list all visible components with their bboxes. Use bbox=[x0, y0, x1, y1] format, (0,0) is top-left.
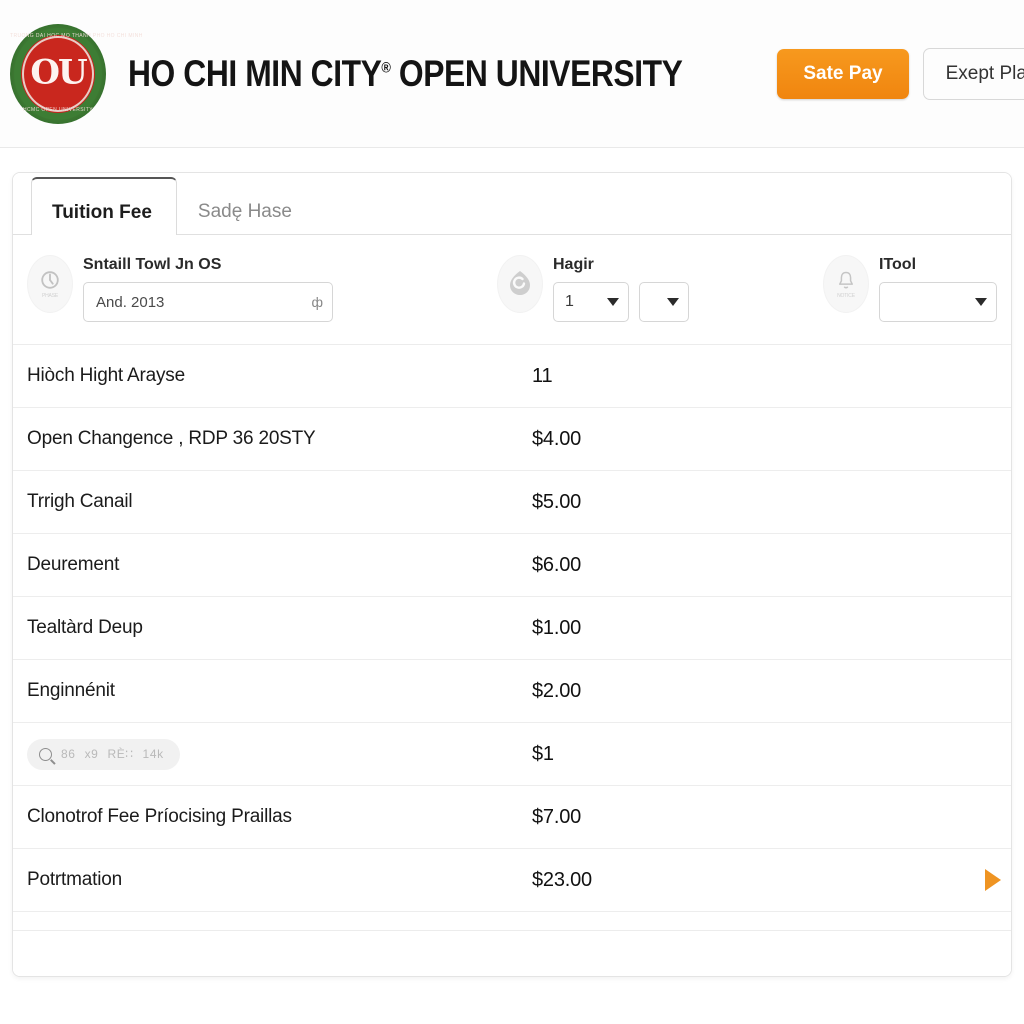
filter-semester-label: Sntaill Towl Jn OS bbox=[83, 256, 222, 273]
chevron-down-icon[interactable] bbox=[667, 298, 679, 306]
fee-item-label: Clonotrof Fee Príocising Praillas bbox=[27, 806, 292, 827]
exept-plans-button[interactable]: Exept Plans bbox=[922, 47, 1024, 100]
filter-itool-body: ITool bbox=[879, 255, 997, 322]
semester-textfield[interactable]: ф bbox=[83, 282, 333, 322]
filter-bar: PHASE Sntaill Towl Jn OS ф bbox=[13, 235, 1011, 345]
seal-monogram: OU bbox=[30, 52, 87, 93]
filter-hagir: Hagir 1 bbox=[497, 255, 823, 322]
page-title: HO CHI MIN CITY® OPEN UNIVERSITY bbox=[128, 53, 683, 94]
university-seal-logo: TRUONG DAI HOC MO THANH PHO HO CHI MINH … bbox=[10, 23, 143, 124]
search-token: 14k bbox=[142, 747, 164, 761]
fee-item-label: Enginnénit bbox=[27, 680, 115, 701]
search-input[interactable]: 86 x9 RÈ∷ 14k bbox=[27, 738, 180, 770]
page-header: TRUONG DAI HOC MO THANH PHO HO CHI MINH … bbox=[0, 0, 1024, 148]
clock-badge-icon: PHASE bbox=[27, 255, 73, 313]
fee-item-label: Hiòch Hight Arayse bbox=[27, 365, 185, 386]
fee-item-value: $4.00 bbox=[532, 427, 582, 450]
tab-tuition-fee[interactable]: Tuition Fee bbox=[31, 177, 177, 235]
seal-arc-top-text: TRUONG DAI HOC MO THANH PHO HO CHI MINH bbox=[10, 32, 143, 39]
page-title-main: HO CHI MIN CITY bbox=[128, 53, 382, 94]
seal-arc-bottom-text: HCMC OPEN UNIVERSITY bbox=[23, 106, 93, 113]
search-token: 86 bbox=[61, 747, 76, 761]
chevron-down-icon[interactable] bbox=[607, 298, 619, 306]
currency-glyph-icon[interactable]: ф bbox=[311, 295, 323, 309]
header-actions: Sate Pay Exept Plans bbox=[777, 47, 1024, 100]
search-token: x9 bbox=[84, 747, 99, 761]
fee-item-value: $5.00 bbox=[532, 490, 582, 513]
card-footer bbox=[13, 930, 1011, 976]
bell-badge-icon: NOTICE bbox=[823, 255, 869, 313]
play-arrow-icon[interactable] bbox=[985, 869, 1001, 891]
hagir-primary-select[interactable]: 1 bbox=[553, 282, 629, 322]
table-row[interactable]: Hiòch Hight Arayse 11 bbox=[13, 345, 1011, 408]
semester-input[interactable] bbox=[94, 292, 306, 312]
registered-mark: ® bbox=[381, 59, 391, 77]
table-row[interactable]: Tealtàrd Deup $1.00 bbox=[13, 597, 1011, 660]
fee-item-label: Deurement bbox=[27, 554, 120, 575]
table-row[interactable]: Trrigh Canail $5.00 bbox=[13, 471, 1011, 534]
clock-badge-caption: PHASE bbox=[42, 293, 58, 299]
hagir-secondary-select[interactable] bbox=[639, 282, 689, 322]
swirl-badge-icon bbox=[497, 255, 543, 313]
filter-itool-controls bbox=[879, 282, 997, 322]
filter-semester: PHASE Sntaill Towl Jn OS ф bbox=[27, 255, 497, 322]
fee-item-value: $1 bbox=[532, 742, 554, 765]
fee-table: Hiòch Hight Arayse 11 Open Changence , R… bbox=[13, 345, 1011, 930]
sate-pay-button[interactable]: Sate Pay bbox=[777, 48, 909, 99]
table-row[interactable]: Clonotrof Fee Príocising Praillas $7.00 bbox=[13, 786, 1011, 849]
bell-badge-caption: NOTICE bbox=[837, 293, 855, 299]
fee-item-search-cell: 86 x9 RÈ∷ 14k bbox=[27, 738, 532, 770]
hagir-primary-value: 1 bbox=[565, 293, 574, 310]
fee-item-value: $1.00 bbox=[532, 616, 582, 639]
fee-item-value: $23.00 bbox=[532, 868, 592, 891]
filter-hagir-body: Hagir 1 bbox=[553, 255, 689, 322]
fee-item-value: $7.00 bbox=[532, 805, 582, 828]
fee-item-label: Trrigh Canail bbox=[27, 491, 133, 512]
filter-itool-label: ITool bbox=[879, 256, 917, 273]
search-token: RÈ∷ bbox=[107, 747, 134, 761]
table-row[interactable]: Enginnénit $2.00 bbox=[13, 660, 1011, 723]
fee-item-value: 11 bbox=[532, 364, 553, 387]
filter-semester-controls: ф bbox=[83, 282, 333, 322]
page-title-rest: OPEN UNIVERSITY bbox=[390, 53, 683, 94]
table-row[interactable]: Deurement $6.00 bbox=[13, 534, 1011, 597]
filter-semester-body: Sntaill Towl Jn OS ф bbox=[83, 255, 333, 322]
filter-hagir-label: Hagir bbox=[553, 256, 594, 273]
fee-item-label: Potrtmation bbox=[27, 869, 122, 890]
fee-item-label: Tealtàrd Deup bbox=[27, 617, 143, 638]
fee-item-value: $2.00 bbox=[532, 679, 582, 702]
table-row[interactable]: Potrtmation $23.00 bbox=[13, 849, 1011, 912]
search-icon bbox=[39, 747, 52, 761]
fee-item-value: $6.00 bbox=[532, 553, 582, 576]
tab-bar: Tuition Fee Sadę Hase bbox=[13, 173, 1011, 235]
itool-select[interactable] bbox=[879, 282, 997, 322]
fee-item-label: Open Changence , RDP 36 20STY bbox=[27, 428, 316, 449]
brand-block: TRUONG DAI HOC MO THANH PHO HO CHI MINH … bbox=[6, 23, 777, 124]
filter-hagir-controls: 1 bbox=[553, 282, 689, 322]
chevron-down-icon[interactable] bbox=[975, 298, 987, 306]
table-row[interactable]: Open Changence , RDP 36 20STY $4.00 bbox=[13, 408, 1011, 471]
filter-itool: NOTICE ITool bbox=[823, 255, 1011, 322]
table-row-search[interactable]: 86 x9 RÈ∷ 14k $1 bbox=[13, 723, 1011, 786]
tab-sade-hase[interactable]: Sadę Hase bbox=[177, 176, 317, 234]
tuition-card: Tuition Fee Sadę Hase PHASE Sntaill Towl… bbox=[12, 172, 1012, 977]
